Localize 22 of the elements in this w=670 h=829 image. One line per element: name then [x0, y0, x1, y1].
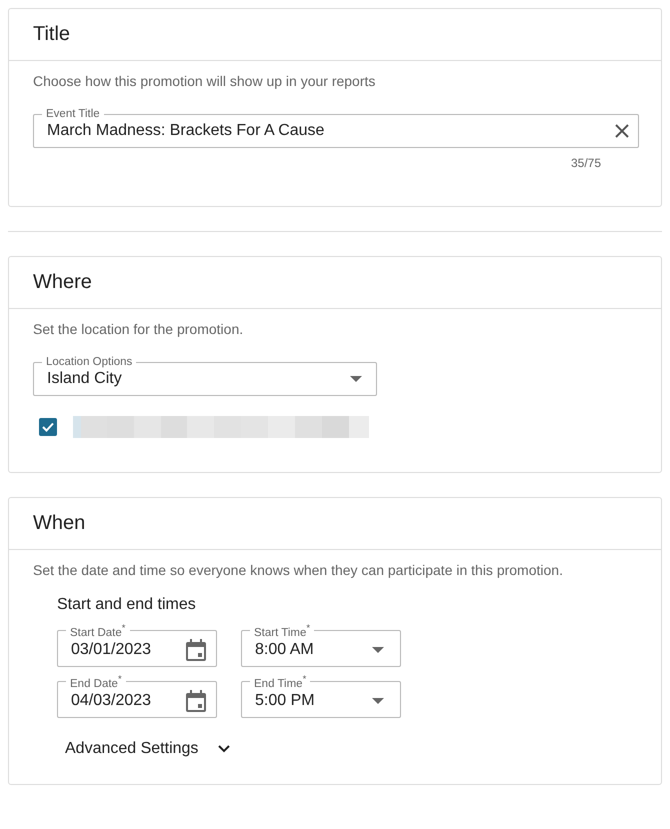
input-field[interactable]: Start Date$^{*}$ 03/01/2023: [57, 622, 217, 667]
input-field[interactable]: End Date$^{*}$ 04/03/2023: [57, 672, 217, 718]
section-description: Choose how this promotion will show up in your reports: [33, 72, 376, 91]
calendar-icon[interactable]: [186, 690, 206, 712]
input-field[interactable]: Start Time$^{*}$ 8:00 AM: [241, 622, 401, 667]
advanced-settings-toggle[interactable]: Advanced Settings: [65, 740, 230, 758]
section-description: Set the location for the promotion.: [33, 320, 244, 339]
dropdown-caret-icon: [372, 698, 384, 704]
clear-icon[interactable]: [614, 123, 630, 139]
section-description: Set the date and time so everyone knows when they can participate in this promotion.: [33, 561, 564, 580]
section-heading: Title: [9, 9, 661, 61]
checkbox[interactable]: [39, 418, 57, 436]
input-field[interactable]: Location Options Island City: [33, 355, 377, 396]
input-field[interactable]: End Time$^{*}$ 5:00 PM: [241, 672, 401, 718]
section-subheading: Start and end times: [57, 596, 197, 614]
dropdown-caret-icon: [350, 376, 362, 382]
input-field[interactable]: Event Title March Madness: Brackets For A Cause: [33, 107, 639, 148]
character-counter: 35/75: [570, 156, 601, 170]
section-heading: When: [9, 498, 661, 550]
dropdown-caret-icon: [372, 646, 384, 653]
calendar-icon[interactable]: [186, 638, 206, 661]
section-heading: Where: [9, 257, 661, 309]
